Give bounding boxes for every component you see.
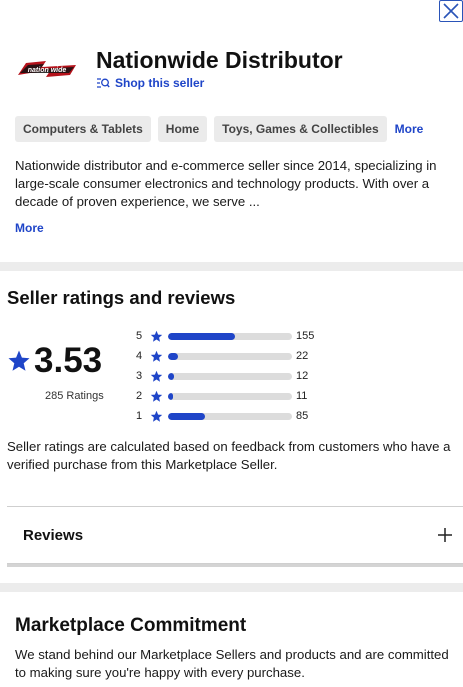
rating-stars-label: 2	[136, 390, 143, 402]
description-more-link[interactable]: More	[15, 221, 44, 235]
close-icon	[443, 3, 459, 19]
rating-bar-track	[168, 412, 292, 420]
section-divider	[0, 262, 463, 271]
rating-row-5: 5 155	[136, 326, 326, 346]
rating-stars-label: 5	[136, 330, 143, 342]
commitment-title: Marketplace Commitment	[15, 615, 247, 636]
seller-name: Nationwide Distributor	[96, 47, 343, 73]
accordion-shadow	[7, 564, 463, 567]
star-icon	[150, 370, 163, 382]
star-icon	[150, 390, 163, 402]
seller-header: nation wide Nationwide Distributor Shop …	[16, 45, 447, 95]
rating-bar-fill	[168, 392, 173, 400]
rating-row-2: 2 11	[136, 386, 326, 406]
section-divider	[0, 583, 463, 592]
rating-bar-fill	[168, 372, 175, 380]
rating-breakdown: 5 155 4 22 3 12 2 11 1 85	[136, 326, 326, 426]
shop-this-seller-link[interactable]: Shop this seller	[96, 76, 204, 90]
rating-bar-track	[168, 352, 292, 360]
rating-row-3: 3 12	[136, 366, 326, 386]
rating-bar-fill	[168, 352, 178, 360]
average-score: 3.53	[34, 341, 103, 380]
average-rating: 3.53	[7, 343, 102, 378]
rating-count-value: 155	[296, 330, 315, 342]
commitment-text: We stand behind our Marketplace Sellers …	[15, 647, 449, 680]
svg-text:nation wide: nation wide	[28, 67, 67, 74]
rating-row-1: 1 85	[136, 406, 326, 426]
rating-bar-track	[168, 332, 292, 340]
seller-logo: nation wide	[18, 61, 76, 77]
rating-bar-track	[168, 372, 292, 380]
rating-bar-fill	[168, 332, 235, 340]
ratings-title: Seller ratings and reviews	[7, 287, 236, 308]
star-icon	[150, 410, 163, 422]
reviews-label: Reviews	[23, 526, 84, 544]
shop-link-label: Shop this seller	[115, 76, 205, 90]
rating-count-value: 85	[296, 410, 309, 422]
rating-stars-label: 1	[136, 410, 143, 422]
seller-description: Nationwide distributor and e-commerce se…	[15, 158, 437, 209]
category-chip-toys[interactable]: Toys, Games & Collectibles	[214, 116, 387, 142]
plus-icon	[438, 528, 452, 542]
ratings-count: 285 Ratings	[45, 390, 104, 402]
reviews-accordion[interactable]: Reviews	[7, 506, 463, 564]
rating-count-value: 11	[296, 390, 308, 402]
rating-stars-label: 4	[136, 350, 143, 362]
rating-count-value: 22	[296, 350, 309, 362]
ratings-note: Seller ratings are calculated based on f…	[7, 439, 451, 472]
rating-row-4: 4 22	[136, 346, 326, 366]
star-icon	[150, 350, 163, 362]
category-chips: Computers & Tablets Home Toys, Games & C…	[15, 116, 453, 142]
rating-count-value: 12	[296, 370, 309, 382]
rating-bar-fill	[168, 412, 206, 420]
category-chip-home[interactable]: Home	[157, 116, 208, 142]
rating-stars-label: 3	[136, 370, 143, 382]
categories-more-link[interactable]: More	[395, 122, 424, 136]
star-icon	[150, 330, 163, 342]
search-list-icon	[97, 78, 110, 88]
star-icon	[8, 350, 30, 371]
close-button[interactable]	[439, 0, 463, 22]
category-chip-computers[interactable]: Computers & Tablets	[15, 116, 151, 142]
rating-bar-track	[168, 392, 292, 400]
